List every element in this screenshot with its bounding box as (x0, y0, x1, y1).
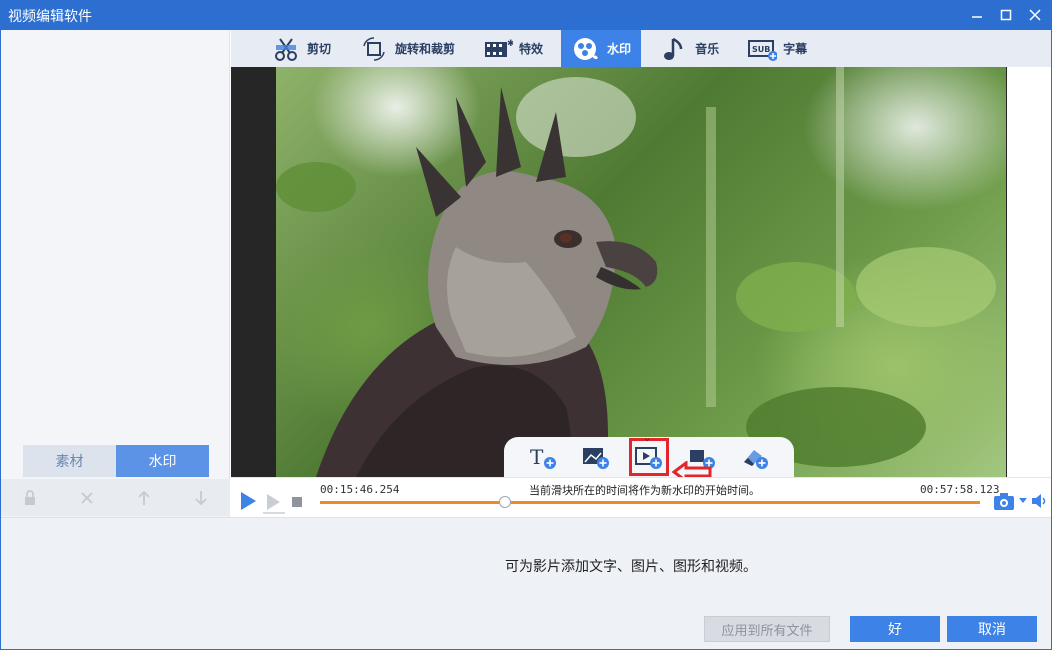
bottom-panel: 可为影片添加文字、图片、图形和视频。 应用到所有文件 好 取消 (1, 517, 1051, 649)
volume-icon[interactable] (1030, 490, 1050, 512)
watermark-list-panel: 素材 水印 (1, 30, 230, 517)
add-eraser-icon[interactable] (739, 442, 771, 472)
tab-subtitle-label: 字幕 (783, 42, 808, 56)
apply-to-all-button[interactable]: 应用到所有文件 (704, 616, 830, 642)
tab-watermark-label: 水印 (148, 454, 177, 470)
left-panel-tabs: 素材 水印 (23, 445, 209, 477)
watermark-icon (571, 36, 601, 62)
add-image-icon[interactable] (580, 442, 612, 472)
tab-watermark-toolbar[interactable]: 水印 (561, 30, 642, 67)
timeline-end-time: 00:57:58.123 (920, 483, 1000, 496)
tab-material-label: 素材 (55, 454, 84, 470)
svg-text:✱: ✱ (507, 39, 513, 49)
scissors-icon (271, 36, 301, 62)
svg-text:T: T (530, 445, 544, 469)
subtitle-icon: SUB (747, 36, 778, 62)
add-text-icon[interactable]: T (527, 442, 559, 472)
tab-effects-label: 特效 (519, 42, 544, 56)
tab-material[interactable]: 素材 (23, 445, 116, 477)
camera-snapshot-icon[interactable] (993, 490, 1019, 512)
play-from-start-icon[interactable] (261, 490, 287, 516)
title-bar: 视频编辑软件 (0, 0, 1052, 30)
video-frame-eagle (276, 67, 1006, 477)
timeline-bar: 00:15:46.254 当前滑块所在的时间将作为新水印的开始时间。 00:57… (231, 477, 1051, 517)
timeline-hint: 当前滑块所在的时间将作为新水印的开始时间。 (529, 484, 760, 497)
svg-text:SUB: SUB (752, 45, 770, 54)
left-panel-tools (1, 479, 230, 516)
video-preview (231, 67, 1007, 477)
watermark-add-tools: T ⌄ (504, 433, 794, 477)
add-video-icon[interactable]: ⌄ (628, 433, 669, 476)
delete-x-icon[interactable] (58, 479, 115, 516)
music-note-icon (659, 36, 689, 62)
tab-cut-label: 剪切 (307, 42, 332, 56)
cancel-button[interactable]: 取消 (947, 616, 1037, 642)
rotate-crop-icon (359, 36, 389, 62)
timeline-slider-thumb[interactable] (498, 496, 511, 508)
tab-music[interactable]: 音乐 (649, 30, 729, 67)
tab-rotate-crop[interactable]: 旋转和裁剪 (349, 30, 465, 67)
lock-icon[interactable] (1, 479, 58, 516)
chevron-down-icon[interactable]: ⌄ (643, 433, 651, 444)
tab-cut[interactable]: 剪切 (261, 30, 341, 67)
camera-dropdown-chevron-icon[interactable] (1018, 496, 1028, 506)
ok-button[interactable]: 好 (850, 616, 940, 642)
maximize-icon[interactable] (991, 0, 1021, 30)
timeline-track[interactable] (320, 501, 980, 504)
bottom-message: 可为影片添加文字、图片、图形和视频。 (505, 559, 757, 575)
minimize-icon[interactable] (962, 0, 992, 30)
film-effects-icon: ✱ (483, 36, 513, 62)
close-icon[interactable] (1020, 0, 1050, 30)
arrow-up-icon[interactable] (116, 479, 173, 516)
tab-effects[interactable]: ✱ 特效 (473, 30, 553, 67)
tab-rotate-crop-label: 旋转和裁剪 (395, 42, 456, 56)
edit-toolbar: 剪切 旋转和裁剪 ✱ 特效 水印 音乐 SUB 字幕 (231, 30, 1051, 67)
tab-music-label: 音乐 (695, 42, 720, 56)
timeline-start-time: 00:15:46.254 (320, 483, 400, 496)
arrow-down-icon[interactable] (173, 479, 230, 516)
tab-watermark[interactable]: 水印 (116, 445, 209, 477)
stop-icon[interactable] (291, 496, 303, 508)
play-icon[interactable] (237, 490, 259, 512)
window-title: 视频编辑软件 (8, 9, 92, 25)
tab-watermark-toolbar-label: 水印 (607, 42, 632, 56)
harpy-eagle-image (276, 67, 996, 477)
tab-subtitle[interactable]: SUB 字幕 (737, 30, 817, 67)
